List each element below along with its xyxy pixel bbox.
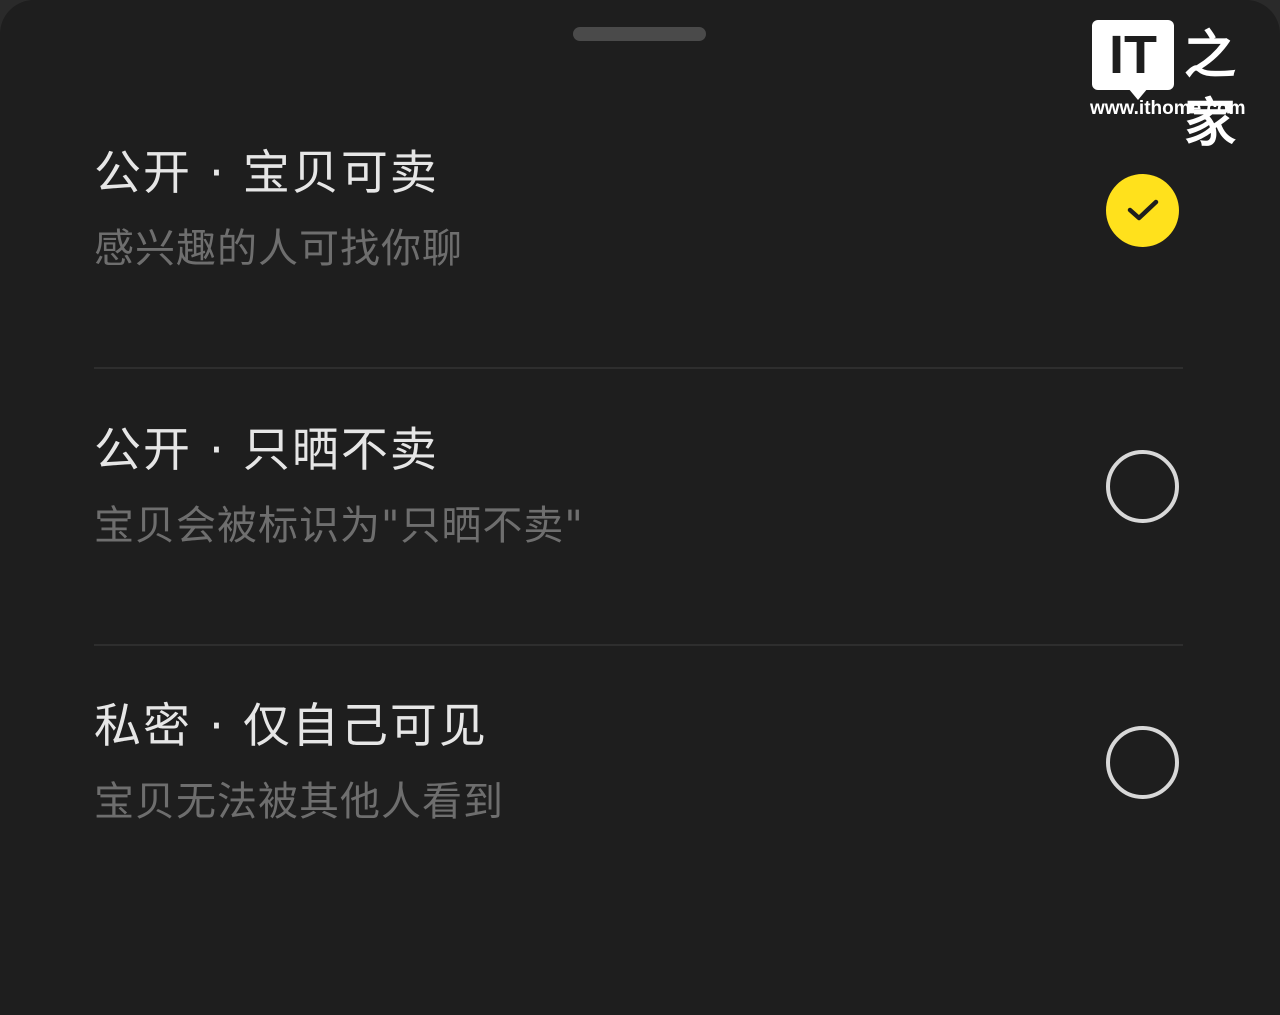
ithome-logo-glyph: 之家 xyxy=(1184,26,1237,154)
checkmark-icon xyxy=(1127,199,1159,221)
option-title: 公开 · 宝贝可卖 xyxy=(94,146,439,201)
radio-selected[interactable] xyxy=(1106,174,1179,247)
ithome-logo-text: IT xyxy=(1109,25,1157,85)
ithome-logo-box: IT xyxy=(1092,20,1174,90)
option-private[interactable]: 私密 · 仅自己可见 宝贝无法被其他人看到 xyxy=(94,699,1184,899)
divider xyxy=(94,644,1183,646)
option-title: 私密 · 仅自己可见 xyxy=(94,699,488,754)
radio-unselected[interactable] xyxy=(1106,450,1179,523)
visibility-bottom-sheet: IT 之家 www.ithome.com 公开 · 宝贝可卖 感兴趣的人可找你聊… xyxy=(0,0,1280,1015)
option-title: 公开 · 只晒不卖 xyxy=(94,423,439,478)
ithome-watermark: IT 之家 www.ithome.com xyxy=(1088,20,1263,154)
divider xyxy=(94,367,1183,369)
option-public-show-only[interactable]: 公开 · 只晒不卖 宝贝会被标识为"只晒不卖" xyxy=(94,423,1184,623)
option-subtitle: 宝贝无法被其他人看到 xyxy=(94,779,504,825)
option-subtitle: 宝贝会被标识为"只晒不卖" xyxy=(94,503,584,549)
option-subtitle: 感兴趣的人可找你聊 xyxy=(94,226,463,272)
sheet-drag-handle[interactable] xyxy=(573,27,706,41)
ithome-url: www.ithome.com xyxy=(1090,98,1246,119)
radio-unselected[interactable] xyxy=(1106,726,1179,799)
option-public-sellable[interactable]: 公开 · 宝贝可卖 感兴趣的人可找你聊 xyxy=(94,146,1184,346)
